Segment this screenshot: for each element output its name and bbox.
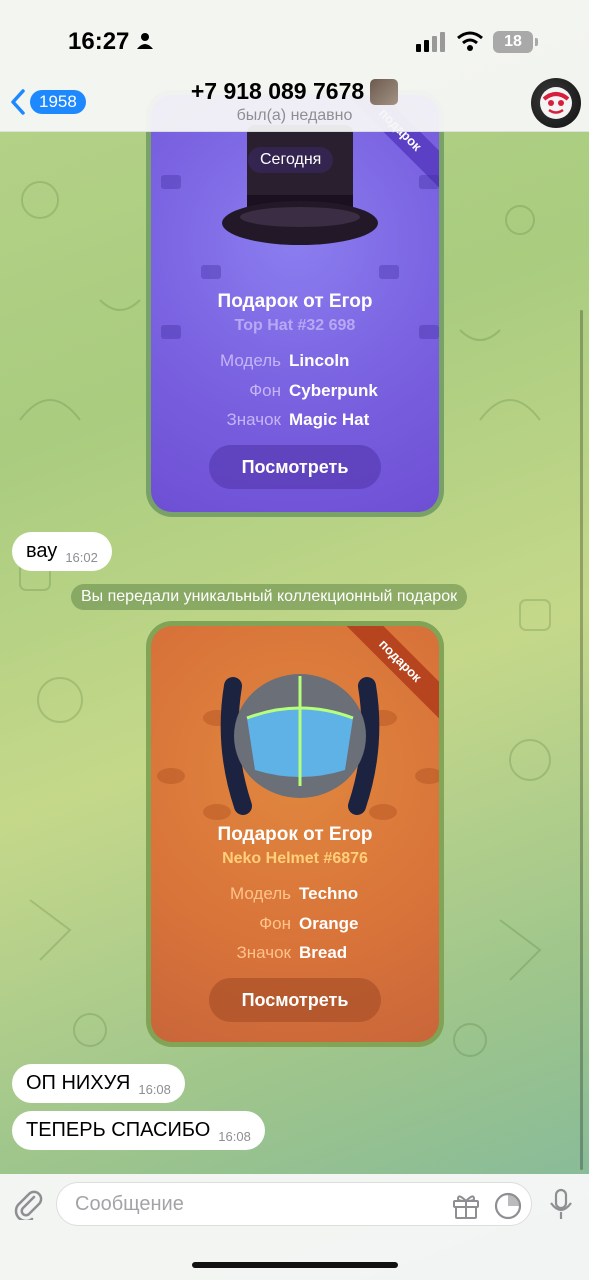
- message-bubble[interactable]: ОП НИХУЯ 16:08: [12, 1064, 185, 1103]
- last-seen-status: был(а) недавно: [236, 107, 353, 124]
- message-time: 16:08: [218, 1129, 251, 1144]
- message-time: 16:02: [65, 550, 98, 565]
- gift-attr-symbol: Значок Bread: [236, 943, 348, 962]
- chat-title: +7 918 089 7678: [190, 78, 365, 104]
- person-icon: [137, 33, 153, 49]
- gift-title: Подарок от Егор: [217, 824, 373, 845]
- gift-subtitle: Neko Helmet #6876: [222, 850, 368, 867]
- status-bar: 16:27 18: [0, 0, 589, 80]
- battery-tip: [535, 38, 538, 46]
- gift-icon[interactable]: [451, 1191, 481, 1221]
- date-separator: Сегодня: [248, 147, 334, 173]
- gift-title: Подарок от Егор: [217, 291, 373, 312]
- gift-attr-model: Модель Techno: [229, 884, 359, 903]
- microphone-icon[interactable]: [548, 1188, 574, 1222]
- home-indicator: [192, 1262, 398, 1268]
- message-bubble[interactable]: вау 16:02: [12, 532, 112, 571]
- emoji-status-icon: [370, 78, 399, 105]
- message-input[interactable]: [56, 1182, 532, 1226]
- gift-attr-model: Модель Lincoln: [219, 351, 350, 370]
- gift-attr-backdrop: Фон Cyberpunk: [249, 381, 378, 400]
- gift-attr-backdrop: Фон Orange: [259, 914, 359, 933]
- message-text: ОП НИХУЯ: [26, 1072, 131, 1094]
- message-time: 16:08: [138, 1082, 171, 1097]
- service-message: Вы передали уникальный коллекционный под…: [71, 584, 468, 610]
- message-bubble[interactable]: ТЕПЕРЬ СПАСИБО 16:08: [12, 1111, 265, 1150]
- message-input-field[interactable]: [75, 1193, 435, 1216]
- gift-attr-symbol: Значок Magic Hat: [226, 410, 370, 429]
- paperclip-icon[interactable]: [12, 1188, 44, 1220]
- gift-subtitle: Top Hat #32 698: [234, 317, 356, 334]
- chat-title-area[interactable]: +7 918 089 7678 был(а) недавно: [0, 78, 589, 125]
- cellular-signal-icon: [416, 32, 445, 52]
- wifi-icon: [457, 31, 483, 51]
- message-text: вау: [26, 540, 58, 562]
- gift-card-neko-helmet[interactable]: подарок Подарок от Егор Neko Helmet #687…: [146, 621, 444, 1047]
- scrollbar[interactable]: [580, 310, 583, 1170]
- view-gift-button[interactable]: Посмотреть: [209, 978, 381, 1022]
- sticker-icon[interactable]: [493, 1191, 523, 1221]
- message-text: ТЕПЕРЬ СПАСИБО: [26, 1119, 211, 1141]
- view-gift-button[interactable]: Посмотреть: [209, 445, 381, 489]
- battery-indicator: 18: [493, 31, 533, 53]
- status-time: 16:27: [68, 28, 130, 55]
- avatar-icon: [540, 87, 572, 119]
- avatar[interactable]: [531, 78, 581, 128]
